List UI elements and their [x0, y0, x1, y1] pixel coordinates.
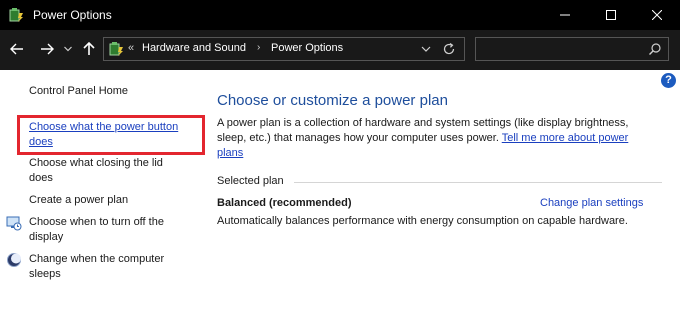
search-input[interactable]	[475, 37, 669, 61]
monitor-clock-icon	[6, 216, 22, 231]
minimize-button[interactable]	[542, 0, 588, 30]
arrow-up-icon	[83, 42, 95, 55]
selected-plan-heading: Selected plan	[217, 175, 284, 187]
breadcrumb-power-options[interactable]: Power Options	[271, 42, 343, 54]
content-area: ? Control Panel Home Choose what the pow…	[0, 70, 680, 312]
breadcrumb-hardware-and-sound[interactable]: Hardware and Sound	[142, 42, 246, 54]
forward-button[interactable]	[36, 38, 58, 60]
section-divider	[294, 182, 662, 183]
maximize-icon	[606, 10, 616, 20]
close-icon	[652, 10, 662, 20]
page-description: A power plan is a collection of hardware…	[217, 116, 657, 161]
help-icon[interactable]: ?	[661, 73, 676, 88]
control-panel-home-link[interactable]: Control Panel Home	[29, 84, 128, 99]
navigation-bar: « Hardware and Sound › Power Options	[0, 30, 680, 70]
power-options-icon	[109, 42, 123, 56]
page-title: Choose or customize a power plan	[217, 92, 448, 109]
back-button[interactable]	[6, 38, 28, 60]
sidebar-item-create-plan[interactable]: Create a power plan	[29, 193, 128, 208]
sidebar-item-closing-lid[interactable]: Choose what closing the lid does	[29, 156, 189, 186]
plan-name: Balanced (recommended)	[217, 197, 352, 209]
sidebar-item-computer-sleeps[interactable]: Change when the computer sleeps	[29, 252, 189, 282]
breadcrumb-separator[interactable]: ›	[257, 42, 260, 53]
recent-locations-button[interactable]	[60, 38, 76, 60]
power-options-icon	[9, 8, 23, 22]
minimize-icon	[560, 14, 570, 16]
window-title: Power Options	[33, 8, 112, 22]
address-box[interactable]: « Hardware and Sound › Power Options	[103, 37, 465, 61]
refresh-icon[interactable]	[442, 42, 456, 56]
sidebar-item-power-button[interactable]: Choose what the power button does	[29, 120, 199, 150]
breadcrumb-overflow[interactable]: «	[128, 42, 134, 54]
up-button[interactable]	[78, 38, 100, 60]
address-dropdown-icon[interactable]	[420, 43, 432, 55]
arrow-left-icon	[10, 43, 23, 55]
search-icon	[649, 43, 661, 55]
close-button[interactable]	[634, 0, 680, 30]
arrow-right-icon	[41, 43, 54, 55]
change-plan-settings-link[interactable]: Change plan settings	[540, 197, 643, 209]
chevron-down-icon	[64, 46, 72, 52]
moon-icon	[7, 253, 21, 267]
title-bar: Power Options	[0, 0, 680, 30]
sidebar-item-turn-off-display[interactable]: Choose when to turn off the display	[29, 215, 189, 245]
plan-description: Automatically balances performance with …	[217, 215, 628, 227]
maximize-button[interactable]	[588, 0, 634, 30]
